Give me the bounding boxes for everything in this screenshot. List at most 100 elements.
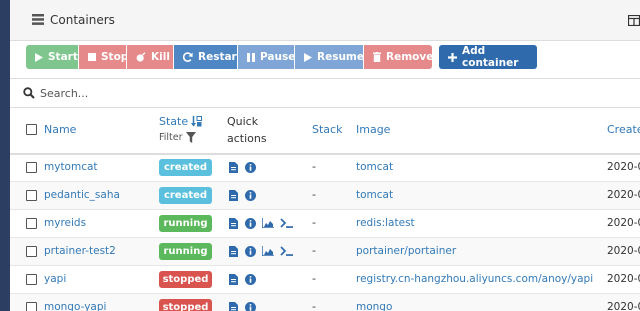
image-link[interactable]: registry.cn-hangzhou.aliyuncs.com/anoy/y…: [356, 273, 593, 285]
column-header-quick-actions-line2: actions: [227, 132, 267, 145]
stack-cell: -: [312, 216, 316, 229]
info-icon[interactable]: [245, 162, 256, 173]
stack-cell: -: [312, 188, 316, 201]
row-checkbox[interactable]: [26, 190, 37, 201]
logs-icon[interactable]: [229, 218, 238, 229]
stack-cell: -: [312, 160, 316, 173]
logs-icon[interactable]: [229, 302, 238, 311]
info-icon[interactable]: [245, 218, 256, 229]
grid-icon[interactable]: [628, 15, 640, 26]
column-header-created[interactable]: Create: [607, 123, 640, 136]
column-header-state[interactable]: State: [159, 115, 188, 128]
search-input[interactable]: [40, 83, 600, 103]
bomb-icon: [136, 52, 146, 62]
play-icon: [35, 52, 43, 62]
logs-icon[interactable]: [229, 190, 238, 201]
row-checkbox[interactable]: [26, 274, 37, 285]
stats-icon[interactable]: [262, 246, 274, 256]
table-row: mongo-yapi stopped - mongo 2020-0: [10, 294, 640, 311]
search-bar: [10, 78, 640, 108]
status-badge: running: [159, 215, 212, 232]
created-cell: 2020-0: [607, 189, 640, 201]
kill-button[interactable]: Kill: [127, 45, 173, 69]
stack-cell: -: [312, 272, 316, 285]
add-container-button[interactable]: Add container: [439, 45, 537, 69]
panel-title: Containers: [50, 13, 115, 27]
kill-label: Kill: [151, 51, 170, 63]
stats-icon[interactable]: [262, 218, 274, 228]
image-link[interactable]: portainer/portainer: [356, 245, 456, 257]
select-all-checkbox[interactable]: [26, 124, 37, 135]
container-name-link[interactable]: myreids: [44, 217, 86, 229]
status-badge: stopped: [159, 271, 212, 288]
container-name-link[interactable]: yapi: [44, 273, 66, 285]
table-header: Name State Filter Quick actions Stack Im…: [10, 107, 640, 155]
panel-header: Containers: [10, 0, 640, 41]
table-row: prtainer-test2 running - portainer/porta…: [10, 238, 640, 266]
console-icon[interactable]: [280, 218, 294, 228]
logs-icon[interactable]: [229, 274, 238, 285]
add-container-label: Add container: [462, 45, 519, 69]
image-link[interactable]: mongo: [356, 301, 392, 311]
created-cell: 2020-0: [607, 273, 640, 285]
resume-label: Resume: [317, 51, 364, 63]
row-checkbox[interactable]: [26, 246, 37, 257]
column-header-stack[interactable]: Stack: [312, 123, 342, 136]
table-row: mytomcat created - tomcat 2020-0: [10, 154, 640, 182]
stop-icon: [88, 53, 96, 61]
resume-button[interactable]: Resume: [295, 45, 364, 69]
created-cell: 2020-0: [607, 161, 640, 173]
pause-button[interactable]: Pause: [238, 45, 296, 69]
start-button[interactable]: Start: [26, 45, 78, 69]
image-link[interactable]: redis:latest: [356, 217, 415, 229]
containers-panel: Containers Start Stop Kill Restart Pause: [10, 0, 640, 311]
search-icon: [23, 87, 35, 99]
start-label: Start: [48, 51, 78, 63]
remove-label: Remove: [386, 51, 434, 63]
restart-button[interactable]: Restart: [174, 45, 242, 69]
column-header-name[interactable]: Name: [44, 123, 76, 136]
stop-label: Stop: [101, 51, 129, 63]
table-row: pedantic_saha created - tomcat 2020-0: [10, 182, 640, 210]
table-row: myreids running - redis:latest 2020-0: [10, 210, 640, 238]
row-checkbox[interactable]: [26, 218, 37, 229]
stop-button[interactable]: Stop: [79, 45, 129, 69]
pause-icon: [247, 52, 255, 62]
stack-cell: -: [312, 244, 316, 257]
stack-cell: -: [312, 300, 316, 311]
status-badge: stopped: [159, 299, 212, 311]
sort-icon[interactable]: [191, 116, 202, 127]
info-icon[interactable]: [245, 302, 256, 311]
console-icon[interactable]: [280, 246, 294, 256]
filter-icon[interactable]: [186, 132, 196, 143]
info-icon[interactable]: [245, 246, 256, 257]
info-icon[interactable]: [245, 274, 256, 285]
logs-icon[interactable]: [229, 246, 238, 257]
remove-button[interactable]: Remove: [364, 45, 434, 69]
container-name-link[interactable]: mongo-yapi: [44, 301, 106, 311]
refresh-icon: [183, 52, 193, 62]
state-filter-label[interactable]: Filter: [159, 132, 183, 143]
info-icon[interactable]: [245, 190, 256, 201]
list-icon: [32, 14, 44, 25]
image-link[interactable]: tomcat: [356, 189, 393, 201]
logs-icon[interactable]: [229, 162, 238, 173]
created-cell: 2020-0: [607, 217, 640, 229]
play-icon: [304, 52, 312, 62]
restart-label: Restart: [198, 51, 242, 63]
plus-icon: [448, 52, 457, 62]
container-name-link[interactable]: mytomcat: [44, 161, 98, 173]
container-name-link[interactable]: prtainer-test2: [44, 245, 116, 257]
image-link[interactable]: tomcat: [356, 161, 393, 173]
status-badge: running: [159, 243, 212, 260]
container-name-link[interactable]: pedantic_saha: [44, 189, 120, 201]
created-cell: 2020-0: [607, 301, 640, 311]
column-header-image[interactable]: Image: [356, 123, 390, 136]
table-row: yapi stopped - registry.cn-hangzhou.aliy…: [10, 266, 640, 294]
column-header-quick-actions: Quick: [227, 115, 259, 128]
created-cell: 2020-0: [607, 245, 640, 257]
pause-label: Pause: [260, 51, 296, 63]
row-checkbox[interactable]: [26, 302, 37, 311]
row-checkbox[interactable]: [26, 162, 37, 173]
trash-icon: [373, 52, 381, 62]
